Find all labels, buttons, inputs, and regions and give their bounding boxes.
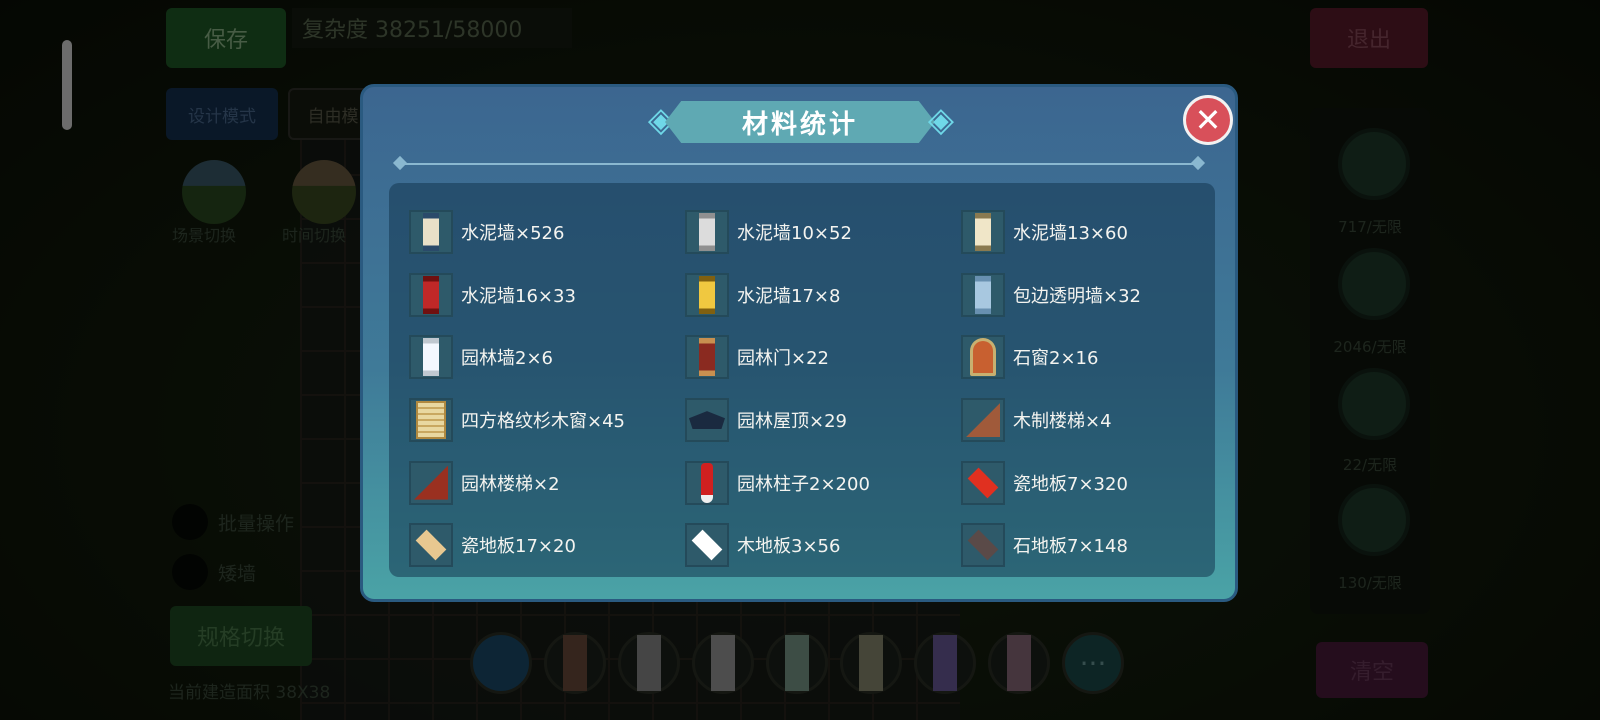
material-thumb	[961, 210, 1005, 255]
material-label: 水泥墙17×8	[737, 285, 841, 307]
material-thumb	[409, 210, 453, 255]
material-thumb	[961, 272, 1005, 317]
pillar-icon	[701, 462, 713, 503]
material-thumb	[409, 460, 453, 505]
material-item: 园林门×22	[685, 326, 961, 389]
wall-grey-icon	[699, 213, 715, 252]
material-label: 包边透明墙×32	[1013, 285, 1141, 307]
divider	[397, 163, 1201, 165]
material-thumb	[961, 523, 1005, 568]
material-label: 瓷地板7×320	[1013, 473, 1128, 495]
material-item: 瓷地板7×320	[961, 451, 1209, 514]
lattice-window-icon	[416, 401, 446, 440]
wall-cream-icon	[975, 213, 991, 252]
close-button[interactable]: ✕	[1183, 95, 1233, 145]
wall-blue-icon	[423, 213, 439, 252]
material-item: 木制楼梯×4	[961, 389, 1209, 452]
material-thumb	[961, 460, 1005, 505]
material-item: 四方格纹杉木窗×45	[409, 389, 685, 452]
garden-stair-icon	[414, 465, 448, 500]
material-label: 水泥墙13×60	[1013, 223, 1128, 245]
material-list-panel: 水泥墙×526 水泥墙10×52 水泥墙13×60 水泥墙16×33 水泥墙17×8 包边…	[389, 183, 1215, 577]
material-label: 四方格纹杉木窗×45	[461, 411, 625, 433]
material-label: 园林屋顶×29	[737, 411, 847, 433]
white-tile-icon	[691, 529, 723, 561]
material-item: 园林屋顶×29	[685, 389, 961, 452]
material-label: 水泥墙×526	[461, 223, 565, 245]
swirl-ornament-icon: ◈	[927, 100, 955, 140]
material-item: 水泥墙17×8	[685, 264, 961, 327]
pattern-tile-icon	[415, 529, 447, 561]
material-item: 木地板3×56	[685, 514, 961, 577]
arch-window-icon	[970, 338, 996, 377]
material-thumb	[409, 398, 453, 443]
material-thumb	[409, 272, 453, 317]
wall-red-icon	[423, 275, 439, 314]
material-item: 石地板7×148	[961, 514, 1209, 577]
material-thumb	[685, 272, 729, 317]
material-label: 石地板7×148	[1013, 536, 1128, 558]
roof-icon	[689, 411, 725, 430]
wall-yellow-icon	[699, 275, 715, 314]
material-item: 石窗2×16	[961, 326, 1209, 389]
material-label: 木地板3×56	[737, 536, 841, 558]
material-thumb	[685, 335, 729, 380]
material-thumb	[409, 523, 453, 568]
stone-tile-icon	[967, 529, 999, 561]
material-label: 园林墙2×6	[461, 348, 553, 370]
material-stats-dialog: ◈ 材料统计 ◈ ✕ 水泥墙×526 水泥墙10×52 水泥墙13×60 水泥墙16×…	[360, 84, 1238, 602]
material-item: 瓷地板17×20	[409, 514, 685, 577]
material-item: 包边透明墙×32	[961, 264, 1209, 327]
title-ribbon: 材料统计	[665, 101, 935, 143]
material-thumb	[685, 398, 729, 443]
material-thumb	[961, 398, 1005, 443]
material-thumb	[409, 335, 453, 380]
close-icon: ✕	[1194, 101, 1222, 139]
material-item: 水泥墙×526	[409, 201, 685, 264]
material-label: 水泥墙10×52	[737, 223, 852, 245]
material-label: 石窗2×16	[1013, 348, 1099, 370]
material-item: 园林墙2×6	[409, 326, 685, 389]
material-label: 水泥墙16×33	[461, 285, 576, 307]
red-tile-icon	[967, 467, 999, 499]
door-icon	[699, 338, 715, 377]
wood-stair-icon	[966, 403, 1000, 438]
material-thumb	[685, 210, 729, 255]
wall-white-icon	[423, 338, 439, 377]
material-thumb	[685, 523, 729, 568]
material-label: 瓷地板17×20	[461, 536, 576, 558]
material-label: 园林门×22	[737, 348, 829, 370]
material-item: 园林柱子2×200	[685, 451, 961, 514]
material-item: 水泥墙10×52	[685, 201, 961, 264]
material-thumb	[961, 335, 1005, 380]
material-item: 水泥墙16×33	[409, 264, 685, 327]
material-grid: 水泥墙×526 水泥墙10×52 水泥墙13×60 水泥墙16×33 水泥墙17×8 包边…	[409, 201, 1209, 577]
material-label: 园林楼梯×2	[461, 473, 560, 495]
wall-glass-icon	[975, 275, 991, 314]
material-label: 园林柱子2×200	[737, 473, 870, 495]
material-thumb	[685, 460, 729, 505]
dialog-title: 材料统计	[741, 109, 858, 140]
material-item: 园林楼梯×2	[409, 451, 685, 514]
material-item: 水泥墙13×60	[961, 201, 1209, 264]
material-label: 木制楼梯×4	[1013, 411, 1112, 433]
